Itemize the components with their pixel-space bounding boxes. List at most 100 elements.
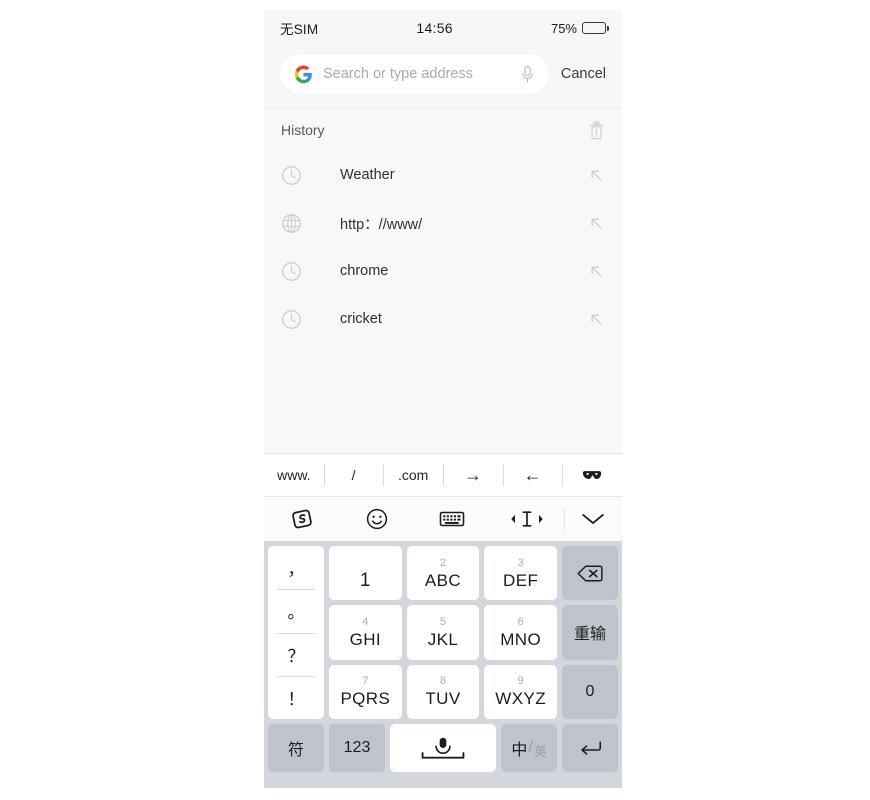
arrow-up-left-icon[interactable]	[588, 167, 605, 184]
status-bar: 无SIM 14:56 75%	[264, 10, 622, 46]
question-key[interactable]: ？	[268, 632, 324, 676]
slash-key[interactable]: /	[323, 454, 384, 496]
key-3-letters: DEF	[503, 570, 539, 590]
incognito-mask-key[interactable]	[562, 454, 622, 496]
language-toggle-key[interactable]: 中 / 英	[501, 724, 557, 772]
forward-arrow-key[interactable]: →	[443, 454, 503, 496]
reinput-key[interactable]: 重输	[562, 605, 618, 660]
arrow-up-left-icon[interactable]	[588, 311, 605, 328]
clock-label: 14:56	[416, 20, 453, 36]
incognito-mask-icon	[583, 470, 602, 479]
microphone-icon[interactable]	[520, 65, 535, 84]
emoji-icon	[366, 508, 387, 530]
voice-space-icon	[421, 737, 465, 759]
accessory-toolbar: www. / .com → ←	[264, 453, 622, 497]
language-slash: /	[528, 737, 534, 756]
www-key[interactable]: www.	[264, 454, 324, 496]
arrow-up-left-icon[interactable]	[588, 215, 605, 232]
key-9-number: 9	[517, 675, 524, 688]
numeric-mode-key[interactable]: 123	[329, 724, 385, 772]
key-8-letters: TUV	[425, 689, 461, 709]
key-9[interactable]: 9 WXYZ	[484, 664, 557, 719]
key-2-letters: ABC	[424, 570, 462, 590]
key-6-letters: MNO	[500, 629, 542, 649]
trash-icon[interactable]	[588, 120, 605, 140]
key-4-letters: GHI	[349, 629, 382, 649]
backspace-icon	[577, 565, 603, 582]
key-8-number: 8	[439, 675, 447, 688]
dotcom-key[interactable]: .com	[383, 454, 443, 496]
keypad-bottom-row: 符 123 中 / 英	[268, 724, 618, 772]
enter-key[interactable]	[562, 724, 618, 772]
key-3[interactable]: 3 DEF	[484, 546, 557, 601]
back-arrow-key[interactable]: ←	[502, 454, 563, 496]
space-key[interactable]	[390, 724, 496, 772]
comma-key[interactable]: ，	[268, 546, 324, 589]
list-item[interactable]: http：//www/	[264, 199, 622, 247]
list-item-label: chrome	[340, 263, 389, 279]
search-input[interactable]: Search or type address	[280, 54, 549, 94]
hide-keyboard-button[interactable]	[564, 497, 622, 541]
phone-viewport: 无SIM 14:56 75% Search or type address Ca…	[264, 10, 622, 788]
cursor-move-icon	[510, 511, 543, 527]
key-3-number: 3	[517, 556, 524, 569]
clock-icon	[282, 165, 301, 185]
history-title: History	[281, 122, 325, 138]
keyboard-toolbar	[264, 497, 622, 541]
period-key[interactable]: 。	[268, 589, 324, 632]
key-4-number: 4	[362, 615, 369, 628]
zero-key[interactable]: 0	[562, 664, 618, 719]
cancel-button[interactable]: Cancel	[561, 66, 606, 82]
key-7-letters: PQRS	[340, 689, 391, 709]
key-2[interactable]: 2 ABC	[406, 546, 480, 601]
clock-icon	[282, 309, 301, 329]
chevron-down-icon	[582, 514, 604, 524]
key-4[interactable]: 4 GHI	[329, 605, 402, 660]
list-item[interactable]: cricket	[264, 295, 622, 343]
battery-percent-label: 75%	[550, 20, 577, 36]
cursor-move-button[interactable]	[489, 497, 564, 541]
key-1-letters: 1	[359, 569, 371, 591]
language-cn-label: 中	[511, 742, 528, 759]
sogou-logo-icon	[291, 509, 312, 529]
screenshot-root: 无SIM 14:56 75% Search or type address Ca…	[0, 0, 870, 800]
keypad-right-column: 重输 0	[562, 546, 618, 719]
globe-icon	[282, 213, 301, 233]
battery-icon	[582, 22, 609, 34]
list-item[interactable]: chrome	[264, 247, 622, 295]
punctuation-column: ， 。 ？ ！	[268, 546, 324, 719]
key-5[interactable]: 5 JKL	[406, 605, 480, 660]
emoji-button[interactable]	[339, 497, 414, 541]
key-5-letters: JKL	[427, 629, 459, 649]
search-header: Search or type address Cancel	[264, 46, 622, 108]
key-7-number: 7	[362, 675, 369, 688]
sogou-logo-button[interactable]	[264, 497, 339, 541]
status-right-group: 75%	[550, 20, 609, 36]
backspace-key[interactable]	[562, 546, 618, 601]
return-arrow-icon	[580, 741, 601, 755]
clock-icon	[282, 261, 301, 281]
list-item-label: Weather	[340, 167, 395, 183]
google-g-icon	[294, 65, 312, 83]
key-6[interactable]: 6 MNO	[484, 605, 557, 660]
keyboard-layout-button[interactable]	[414, 497, 489, 541]
key-2-number: 2	[439, 556, 447, 569]
key-9-letters: WXYZ	[495, 689, 547, 709]
list-item-label: cricket	[340, 311, 382, 327]
key-6-number: 6	[517, 615, 524, 628]
symbol-key[interactable]: 符	[268, 724, 324, 772]
arrow-up-left-icon[interactable]	[588, 263, 605, 280]
t9-keypad: ， 。 ？ ！ 1 2 ABC 3 DEF 4 GHI 5 JKL 6 MNO …	[264, 541, 622, 777]
exclamation-key[interactable]: ！	[268, 675, 324, 719]
keypad-main: ， 。 ？ ！ 1 2 ABC 3 DEF 4 GHI 5 JKL 6 MNO …	[268, 546, 618, 719]
key-8[interactable]: 8 TUV	[406, 664, 480, 719]
key-5-number: 5	[439, 615, 447, 628]
keyboard-layout-icon	[439, 511, 464, 527]
home-indicator-bar	[264, 777, 622, 788]
key-7[interactable]: 7 PQRS	[329, 664, 402, 719]
list-item[interactable]: Weather	[264, 151, 622, 199]
digit-grid: 1 2 ABC 3 DEF 4 GHI 5 JKL 6 MNO 7 PQRS 8…	[329, 546, 557, 719]
key-1[interactable]: 1	[329, 546, 402, 601]
carrier-label: 无SIM	[280, 22, 319, 37]
search-placeholder-text: Search or type address	[323, 66, 473, 82]
